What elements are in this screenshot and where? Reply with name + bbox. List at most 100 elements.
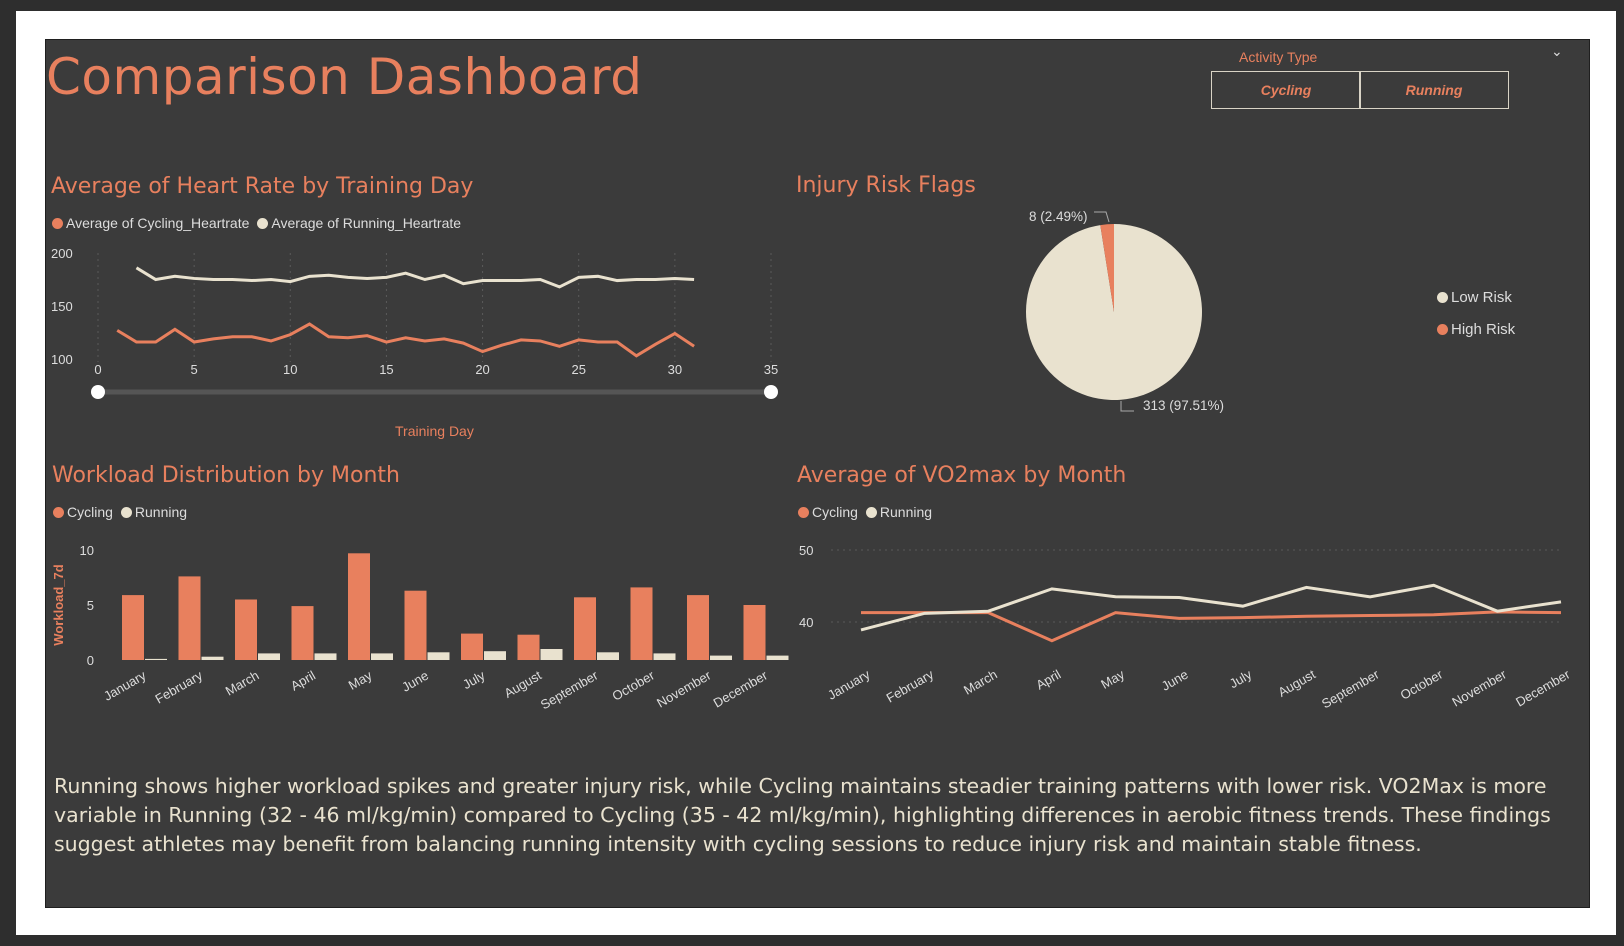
legend-label: Average of Running_Heartrate	[271, 215, 462, 231]
x-tick-label: 25	[571, 362, 585, 377]
legend-item-cycling: Cycling	[53, 504, 113, 520]
dashboard-canvas: Comparison Dashboard Activity Type ⌄ Cyc…	[45, 39, 1590, 908]
bar-cycling	[574, 597, 596, 660]
heart-rate-line-chart[interactable]: 0 5 10 15 20 25 30 35 100 150 200	[46, 235, 806, 435]
slicer-option-cycling[interactable]: Cycling	[1211, 71, 1361, 109]
y-tick-label: 100	[51, 352, 73, 367]
legend-label: Cycling	[812, 504, 858, 520]
summary-text: Running shows higher workload spikes and…	[54, 774, 1551, 856]
y-tick-label: 150	[51, 299, 73, 314]
bar-running	[597, 652, 619, 660]
x-tick-label: November	[654, 667, 714, 710]
legend-label: Average of Cycling_Heartrate	[66, 215, 250, 231]
legend-label: Low Risk	[1451, 289, 1512, 306]
legend-dot	[257, 217, 269, 229]
series-line-cycling-heartrate	[116, 322, 695, 358]
x-tick-label: July	[460, 667, 488, 692]
y-tick-label: 40	[799, 615, 813, 630]
leader-line-high-risk	[1094, 211, 1110, 223]
x-tick-label: October	[609, 667, 657, 703]
legend-label: Running	[134, 504, 188, 520]
x-tick-label: June	[399, 668, 431, 695]
legend-dot	[1437, 292, 1448, 303]
x-tick-label: September	[538, 667, 601, 712]
x-tick-label: November	[1449, 666, 1509, 709]
x-tick-label: February	[884, 666, 937, 705]
x-tick-label: July	[1227, 666, 1255, 691]
y-axis-title: Workload_7d	[51, 564, 66, 645]
activity-type-slicer-label: Activity Type	[1239, 49, 1318, 65]
x-tick-label: 35	[764, 362, 778, 377]
series-line-running	[860, 583, 1562, 632]
workload-bar-chart[interactable]: 0 5 10 Workload_7d January February March April…	[46, 525, 806, 715]
legend-label: Running	[879, 504, 933, 520]
y-tick-label: 0	[87, 653, 94, 668]
legend-label: High Risk	[1451, 321, 1516, 338]
heart-rate-legend: Average of Cycling_Heartrate Average of …	[52, 215, 469, 231]
x-tick-label: 30	[668, 362, 682, 377]
x-tick-label: 5	[191, 362, 198, 377]
bar-running	[540, 649, 563, 660]
legend-item-cycling: Cycling	[798, 504, 858, 520]
chevron-down-icon[interactable]: ⌄	[1551, 43, 1563, 60]
leader-line-low-risk	[1120, 401, 1134, 412]
bar-running	[258, 653, 280, 660]
x-tick-label: October	[1398, 666, 1446, 702]
workload-chart-title: Workload Distribution by Month	[52, 463, 400, 488]
bar-cycling	[461, 633, 483, 660]
vo2max-legend: Cycling Running	[798, 504, 940, 520]
bar-cycling	[291, 606, 314, 660]
injury-risk-pie-chart[interactable]	[1006, 200, 1266, 430]
heart-rate-chart-title: Average of Heart Rate by Training Day	[51, 174, 474, 199]
bar-cycling	[235, 599, 257, 660]
x-tick-label: June	[1159, 667, 1191, 694]
bar-running	[145, 658, 167, 660]
x-tick-label: April	[1033, 667, 1063, 693]
legend-item-running: Running	[865, 504, 933, 520]
bar-cycling	[743, 605, 766, 660]
injury-risk-chart-title: Injury Risk Flags	[796, 173, 976, 198]
legend-item-running: Running	[120, 504, 188, 520]
range-slider-handle-max[interactable]	[764, 385, 778, 399]
y-tick-label: 5	[87, 598, 94, 613]
bar-cycling	[348, 553, 370, 660]
legend-item-low-risk: Low Risk	[1437, 289, 1512, 306]
x-tick-label: 15	[379, 362, 393, 377]
legend-item-running-heartrate: Average of Running_Heartrate	[257, 215, 461, 231]
workload-legend: Cycling Running	[53, 504, 195, 520]
range-slider-handle-min[interactable]	[91, 385, 105, 399]
legend-dot	[798, 506, 809, 518]
x-tick-label: March	[223, 668, 262, 699]
legend-item-cycling-heartrate: Average of Cycling_Heartrate	[52, 215, 249, 231]
x-tick-label: February	[152, 667, 205, 706]
legend-dot	[52, 217, 63, 229]
series-line-running-heartrate	[135, 266, 695, 289]
bar-running	[427, 652, 450, 660]
bar-running	[201, 656, 224, 660]
x-tick-label: December	[711, 667, 771, 710]
x-tick-label: 10	[283, 362, 297, 377]
x-tick-label: January	[101, 667, 149, 703]
bar-running	[484, 651, 506, 660]
bar-cycling	[122, 595, 144, 660]
vo2max-chart-title: Average of VO2max by Month	[797, 463, 1127, 488]
x-tick-label: 0	[94, 362, 101, 377]
bar-running	[653, 653, 676, 660]
slicer-option-running[interactable]: Running	[1359, 71, 1509, 109]
legend-label: Cycling	[67, 504, 113, 520]
dashboard-title: Comparison Dashboard	[46, 48, 643, 106]
x-axis-title: Training Day	[395, 423, 474, 439]
bar-running	[314, 653, 337, 660]
bar-cycling	[404, 590, 427, 660]
bar-running	[766, 655, 789, 660]
x-tick-label: January	[825, 666, 873, 702]
x-tick-label: May	[346, 667, 375, 693]
bar-cycling	[630, 587, 653, 660]
bar-running	[371, 653, 393, 660]
x-tick-label: April	[288, 668, 318, 694]
legend-dot	[53, 506, 64, 518]
vo2max-line-chart[interactable]: 40 50 January February March April May June July…	[791, 525, 1581, 715]
x-tick-label: 20	[475, 362, 489, 377]
legend-dot	[865, 506, 877, 518]
y-tick-label: 10	[80, 543, 94, 558]
